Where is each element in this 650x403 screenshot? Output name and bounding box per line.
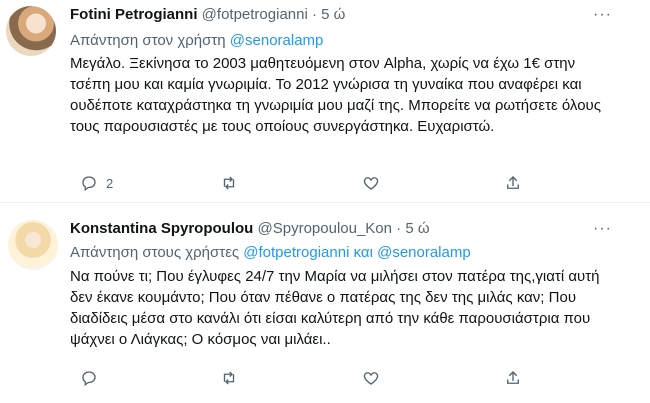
more-icon[interactable]: ··· bbox=[593, 221, 612, 237]
like-button[interactable] bbox=[362, 366, 388, 390]
tweet-divider bbox=[0, 202, 650, 203]
tweet-header: Konstantina Spyropoulou @Spyropoulou_Kon… bbox=[70, 218, 430, 240]
retweet-icon bbox=[220, 369, 238, 387]
author-name[interactable]: Konstantina Spyropoulou bbox=[70, 220, 253, 237]
share-button[interactable] bbox=[504, 366, 522, 390]
timestamp[interactable]: 5 ώ bbox=[405, 220, 429, 237]
reply-context-label: Απάντηση στους χρήστες bbox=[70, 244, 240, 261]
share-icon bbox=[504, 369, 522, 387]
tweet-actions bbox=[70, 366, 590, 390]
reply-icon bbox=[80, 369, 98, 387]
separator-dot: · bbox=[396, 220, 402, 237]
retweet-button[interactable] bbox=[220, 366, 246, 390]
reply-context: Απάντηση στους χρήστες @fotpetrogianni κ… bbox=[70, 243, 471, 263]
tweet-text: Να πούνε τι; Που έγλυφες 24/7 την Μαρία … bbox=[70, 268, 600, 348]
author-handle[interactable]: @Spyropoulou_Kon bbox=[258, 220, 393, 237]
tweet[interactable]: Konstantina Spyropoulou @Spyropoulou_Kon… bbox=[0, 0, 650, 387]
mention-link[interactable]: @senoralamp bbox=[377, 244, 471, 261]
mention-joiner: και bbox=[353, 244, 373, 261]
reply-button[interactable] bbox=[80, 366, 106, 390]
avatar[interactable] bbox=[8, 220, 58, 270]
mention-link[interactable]: @fotpetrogianni bbox=[243, 244, 349, 261]
like-icon bbox=[362, 369, 380, 387]
